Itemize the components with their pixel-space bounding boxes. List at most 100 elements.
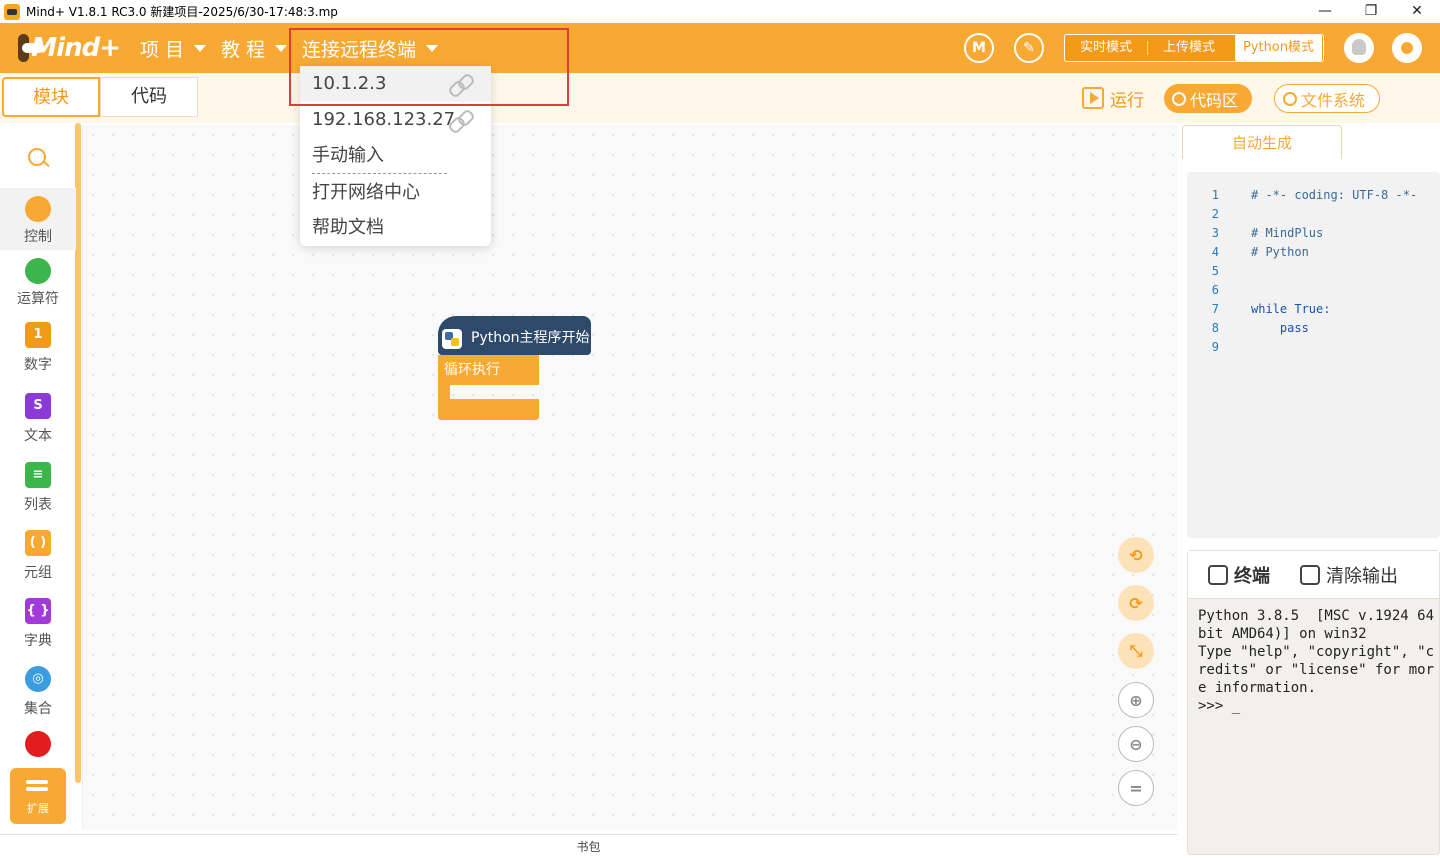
maximize-button[interactable]: ❐ xyxy=(1348,0,1394,23)
tab-blocks[interactable]: 模块 xyxy=(2,77,100,117)
line-number: 1 xyxy=(1211,188,1219,202)
dropdown-item-manual-input[interactable]: 手动输入 xyxy=(300,138,491,174)
line-number: 4 xyxy=(1211,245,1219,259)
number-icon: 1 xyxy=(25,322,51,348)
logo-text: Mind+ xyxy=(31,33,121,63)
run-label: 运行 xyxy=(1110,90,1144,111)
dropdown-item-label: 手动输入 xyxy=(312,145,384,166)
clear-output-button[interactable]: 清除输出 xyxy=(1300,563,1398,587)
eraser-icon xyxy=(1300,565,1320,585)
category-operators[interactable]: 运算符 xyxy=(0,258,76,308)
code-line: 1 # -*- coding: UTF-8 -*- xyxy=(1187,188,1440,207)
terminal-header: 终端 清除输出 xyxy=(1188,551,1439,599)
code-area-label: 代码区 xyxy=(1190,90,1239,110)
minimize-button[interactable]: — xyxy=(1302,0,1348,23)
category-dict[interactable]: { } 字典 xyxy=(0,598,76,654)
mode-upload[interactable]: 上传模式 xyxy=(1148,35,1230,61)
user-avatar[interactable] xyxy=(1344,33,1374,63)
dropdown-item-host[interactable]: 192.168.123.27 xyxy=(300,102,491,138)
loop-forever-block[interactable]: 循环执行 xyxy=(438,355,539,385)
tab-code[interactable]: 代码 xyxy=(100,77,198,117)
robot-logo-icon xyxy=(18,34,45,62)
category-label: 列表 xyxy=(24,497,52,513)
edit-icon[interactable]: ✎ xyxy=(1014,33,1044,63)
terminal-output[interactable]: Python 3.8.5 [MSC v.1924 64 bit AMD64)] … xyxy=(1198,607,1434,715)
terminal-label: 终端 xyxy=(1234,566,1270,587)
play-icon xyxy=(1082,87,1104,109)
line-number: 2 xyxy=(1211,207,1219,221)
code-editor[interactable]: 1 # -*- coding: UTF-8 -*- 2 3 # MindPlus 4… xyxy=(1187,172,1440,538)
code-line: 6 xyxy=(1187,283,1440,302)
dropdown-item-label: 打开网络中心 xyxy=(312,182,420,203)
line-text: # MindPlus xyxy=(1251,226,1324,240)
mind-icon[interactable]: M xyxy=(964,33,994,63)
tuple-icon: ( ) xyxy=(25,530,51,556)
search-icon[interactable] xyxy=(28,148,46,166)
zoom-in-icon[interactable]: ⊕ xyxy=(1118,682,1154,718)
redo-icon[interactable]: ⟳ xyxy=(1118,585,1154,621)
category-label: 元组 xyxy=(24,565,52,581)
dropdown-item-label: 帮助文档 xyxy=(312,217,384,238)
dropdown-item-network-center[interactable]: 打开网络中心 xyxy=(300,175,491,211)
loop-block-arm xyxy=(438,385,450,399)
category-set[interactable]: ◎ 集合 xyxy=(0,666,76,722)
link-icon[interactable] xyxy=(449,74,473,94)
extensions-label: 扩展 xyxy=(27,802,49,815)
line-text: # -*- coding: UTF-8 -*- xyxy=(1251,188,1418,202)
dict-icon: { } xyxy=(25,598,51,624)
menu-project-label: 项 目 xyxy=(140,38,185,61)
mode-python[interactable]: Python模式 xyxy=(1234,35,1322,61)
tab-auto-generate[interactable]: 自动生成 xyxy=(1182,125,1342,159)
menu-tutorial[interactable]: 教 程 xyxy=(221,23,288,73)
close-button[interactable]: ✕ xyxy=(1394,0,1440,23)
reset-zoom-icon[interactable]: = xyxy=(1118,770,1154,806)
link-icon xyxy=(1208,565,1228,585)
dropdown-item-label: 10.1.2.3 xyxy=(312,73,387,94)
file-system-button[interactable]: 文件系统 xyxy=(1274,84,1380,113)
target-icon xyxy=(1283,91,1297,106)
extensions-button[interactable]: 扩展 xyxy=(10,768,66,824)
loop-block-bottom xyxy=(438,399,539,420)
line-number: 6 xyxy=(1211,283,1219,297)
category-list[interactable]: ≡ 列表 xyxy=(0,462,76,518)
zoom-out-icon[interactable]: ⊖ xyxy=(1118,726,1154,762)
category-extra[interactable] xyxy=(0,731,76,761)
category-control[interactable]: 控制 xyxy=(0,188,76,250)
backpack-bar[interactable]: 书包 xyxy=(0,834,1177,859)
gear-icon[interactable] xyxy=(1392,33,1422,63)
code-area-button[interactable]: 代码区 xyxy=(1164,84,1252,113)
terminal-button[interactable]: 终端 xyxy=(1208,563,1270,587)
code-line: 9 xyxy=(1187,340,1440,359)
category-text[interactable]: S 文本 xyxy=(0,393,76,449)
mode-switcher: 实时模式 上传模式 Python模式 xyxy=(1064,34,1324,62)
menu-tutorial-label: 教 程 xyxy=(221,38,266,61)
block-workspace[interactable] xyxy=(82,125,1177,830)
dropdown-item-help-docs[interactable]: 帮助文档 xyxy=(300,210,491,246)
code-line: 2 xyxy=(1187,207,1440,226)
category-number[interactable]: 1 数字 xyxy=(0,322,76,378)
mindplus-logo: Mind+ xyxy=(18,31,121,65)
category-label: 运算符 xyxy=(17,291,59,307)
main-header: Mind+ 项 目 教 程 连接远程终端 M ✎ 实时模式 上传模式 Pytho… xyxy=(0,23,1440,73)
caret-down-icon xyxy=(426,44,439,52)
menu-project[interactable]: 项 目 xyxy=(140,23,207,73)
sub-toolbar: 模块 代码 运行 代码区 文件系统 xyxy=(0,73,1440,123)
remote-terminal-dropdown: 10.1.2.3 192.168.123.27 手动输入 打开网络中心 帮助文档 xyxy=(300,66,491,246)
line-text: while True: xyxy=(1251,302,1331,316)
mode-realtime[interactable]: 实时模式 xyxy=(1065,35,1147,61)
code-line: 4 # Python xyxy=(1187,245,1440,264)
code-line: 3 # MindPlus xyxy=(1187,226,1440,245)
dropdown-item-host[interactable]: 10.1.2.3 xyxy=(300,66,491,102)
undo-icon[interactable]: ⟲ xyxy=(1118,537,1154,573)
line-number: 3 xyxy=(1211,226,1219,240)
category-tuple[interactable]: ( ) 元组 xyxy=(0,530,76,586)
list-icon: ≡ xyxy=(25,462,51,488)
run-button[interactable]: 运行 xyxy=(1082,85,1144,111)
caret-down-icon xyxy=(275,44,288,52)
crop-icon[interactable]: ⤡ xyxy=(1118,633,1154,669)
link-icon[interactable] xyxy=(449,110,473,130)
line-number: 8 xyxy=(1211,321,1219,335)
operators-dot-icon xyxy=(25,258,51,284)
title-bar: Mind+ V1.8.1 RC3.0 新建项目-2025/6/30-17:48:… xyxy=(0,0,1440,23)
category-label: 字典 xyxy=(24,633,52,649)
